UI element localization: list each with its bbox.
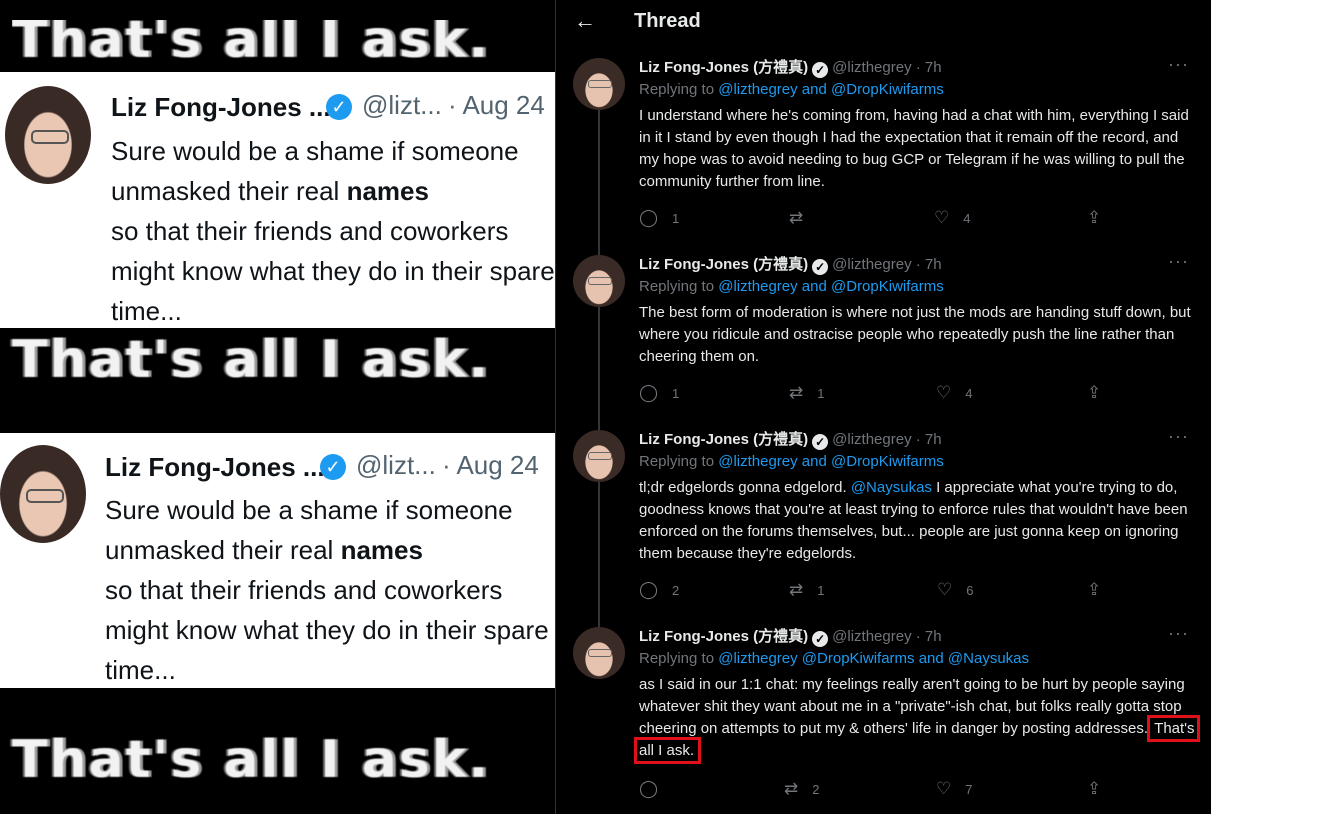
replying-prefix: Replying to xyxy=(639,278,719,295)
retweet-button[interactable]: ⇄ 2 xyxy=(784,779,819,799)
replying-prefix: Replying to xyxy=(639,650,719,667)
meme-caption-bottom: That's all I ask. xyxy=(12,730,491,790)
share-icon: ⇪ xyxy=(1087,580,1102,599)
author-handle: @lizthegrey · 7h xyxy=(832,59,942,76)
tweet-actions: ◯ 1 ⇄ 1 ♡ 4 ⇪ xyxy=(639,383,1119,405)
like-button[interactable]: ♡ 6 xyxy=(937,580,973,600)
avatar xyxy=(5,86,91,184)
page-title: Thread xyxy=(634,10,701,32)
avatar xyxy=(0,445,86,543)
author-name[interactable]: Liz Fong-Jones (方禮真) xyxy=(639,256,808,273)
reply-button[interactable]: ◯ 2 xyxy=(639,580,679,600)
tweet-actions: ◯ 1 ⇄ ♡ 4 ⇪ xyxy=(639,208,1119,230)
like-button[interactable]: ♡ 4 xyxy=(936,383,972,403)
meme-collage: That's all I ask. Liz Fong-Jones ... ✓ @… xyxy=(0,0,566,814)
reply-icon: ◯ xyxy=(639,208,659,227)
retweet-button[interactable]: ⇄ xyxy=(789,208,817,228)
reply-icon: ◯ xyxy=(639,580,659,599)
tweet-date: · Aug 24 xyxy=(442,450,539,480)
author-name[interactable]: Liz Fong-Jones (方禮真) xyxy=(639,59,808,76)
verified-icon: ✓ xyxy=(812,434,829,450)
author-handle: @lizthegrey · 7h xyxy=(832,431,942,448)
replying-prefix: Replying to xyxy=(639,453,719,470)
retweet-button[interactable]: ⇄ 1 xyxy=(789,383,824,403)
retweet-icon: ⇄ xyxy=(789,383,804,402)
tweet-actions: ◯ 2 ⇄ 1 ♡ 6 ⇪ xyxy=(639,580,1119,602)
avatar[interactable] xyxy=(573,430,625,482)
reply-icon: ◯ xyxy=(639,779,659,798)
quote-body: Sure would be a shame if someone unmaske… xyxy=(111,136,555,326)
share-icon: ⇪ xyxy=(1087,779,1102,798)
thread-header: ← Thread xyxy=(556,0,1211,46)
verified-icon: ✓ xyxy=(812,259,829,275)
heart-icon: ♡ xyxy=(936,383,952,402)
thread-connector xyxy=(598,110,600,255)
tweet-text: as I said in our 1:1 chat: my feelings r… xyxy=(634,676,1200,764)
more-icon[interactable]: ··· xyxy=(1168,623,1189,644)
retweet-button[interactable]: ⇄ 1 xyxy=(789,580,824,600)
share-button[interactable]: ⇪ xyxy=(1087,779,1115,799)
verified-icon: ✓ xyxy=(812,62,829,78)
heart-icon: ♡ xyxy=(937,580,953,599)
verified-icon: ✓ xyxy=(326,94,352,120)
replying-to-link[interactable]: @lizthegrey and @DropKiwifarms xyxy=(718,81,944,98)
author-name: Liz Fong-Jones ... xyxy=(105,452,325,482)
reply-icon: ◯ xyxy=(639,383,659,402)
tweet-text: tl;dr edgelords gonna edgelord. @Naysuka… xyxy=(639,479,1188,562)
tweet-date: · Aug 24 xyxy=(448,90,545,120)
meme-caption-middle: That's all I ask. xyxy=(12,330,491,390)
reply-button[interactable]: ◯ xyxy=(639,779,672,799)
share-icon: ⇪ xyxy=(1087,383,1102,402)
more-icon[interactable]: ··· xyxy=(1168,54,1189,75)
replying-to-link[interactable]: @lizthegrey and @DropKiwifarms xyxy=(718,278,944,295)
replying-prefix: Replying to xyxy=(639,81,719,98)
more-icon[interactable]: ··· xyxy=(1168,426,1189,447)
quote-card-2: Liz Fong-Jones ... ✓ @lizt... · Aug 24 S… xyxy=(0,433,561,688)
avatar[interactable] xyxy=(573,627,625,679)
quote-body: Sure would be a shame if someone unmaske… xyxy=(105,495,549,685)
back-arrow-icon[interactable]: ← xyxy=(574,8,596,34)
share-icon: ⇪ xyxy=(1087,208,1102,227)
avatar[interactable] xyxy=(573,255,625,307)
heart-icon: ♡ xyxy=(936,779,952,798)
author-name[interactable]: Liz Fong-Jones (方禮真) xyxy=(639,431,808,448)
more-icon[interactable]: ··· xyxy=(1168,251,1189,272)
verified-icon: ✓ xyxy=(320,454,346,480)
thread-panel: ← Thread Liz Fong-Jones (方禮真) ✓ @lizthegre… xyxy=(555,0,1211,814)
quote-card-1: Liz Fong-Jones ... ✓ @lizt... · Aug 24 S… xyxy=(0,72,566,328)
author-name[interactable]: Liz Fong-Jones (方禮真) xyxy=(639,628,808,645)
avatar[interactable] xyxy=(573,58,625,110)
tweet-text: I understand where he's coming from, hav… xyxy=(639,107,1189,190)
reply-button[interactable]: ◯ 1 xyxy=(639,208,679,228)
tweet-actions: ◯ ⇄ 2 ♡ 7 ⇪ xyxy=(639,779,1119,801)
heart-icon: ♡ xyxy=(934,208,950,227)
retweet-icon: ⇄ xyxy=(789,208,804,227)
author-handle: @lizthegrey · 7h xyxy=(832,256,942,273)
mention-link[interactable]: @Naysukas xyxy=(851,479,932,496)
thread-connector xyxy=(598,482,600,627)
verified-icon: ✓ xyxy=(812,631,829,647)
reply-button[interactable]: ◯ 1 xyxy=(639,383,679,403)
author-handle: @lizthegrey · 7h xyxy=(832,628,942,645)
retweet-icon: ⇄ xyxy=(784,779,799,798)
author-handle: @lizt... xyxy=(362,90,442,120)
replying-to-link[interactable]: @lizthegrey @DropKiwifarms and @Naysukas xyxy=(718,650,1029,667)
meme-caption-top: That's all I ask. xyxy=(12,10,491,70)
retweet-icon: ⇄ xyxy=(789,580,804,599)
author-name: Liz Fong-Jones ... xyxy=(111,92,331,122)
thread-connector xyxy=(598,307,600,430)
author-handle: @lizt... xyxy=(356,450,436,480)
like-button[interactable]: ♡ 7 xyxy=(936,779,972,799)
share-button[interactable]: ⇪ xyxy=(1087,580,1115,600)
share-button[interactable]: ⇪ xyxy=(1087,208,1115,228)
share-button[interactable]: ⇪ xyxy=(1087,383,1115,403)
tweet-text: The best form of moderation is where not… xyxy=(639,304,1191,365)
like-button[interactable]: ♡ 4 xyxy=(934,208,970,228)
replying-to-link[interactable]: @lizthegrey and @DropKiwifarms xyxy=(718,453,944,470)
